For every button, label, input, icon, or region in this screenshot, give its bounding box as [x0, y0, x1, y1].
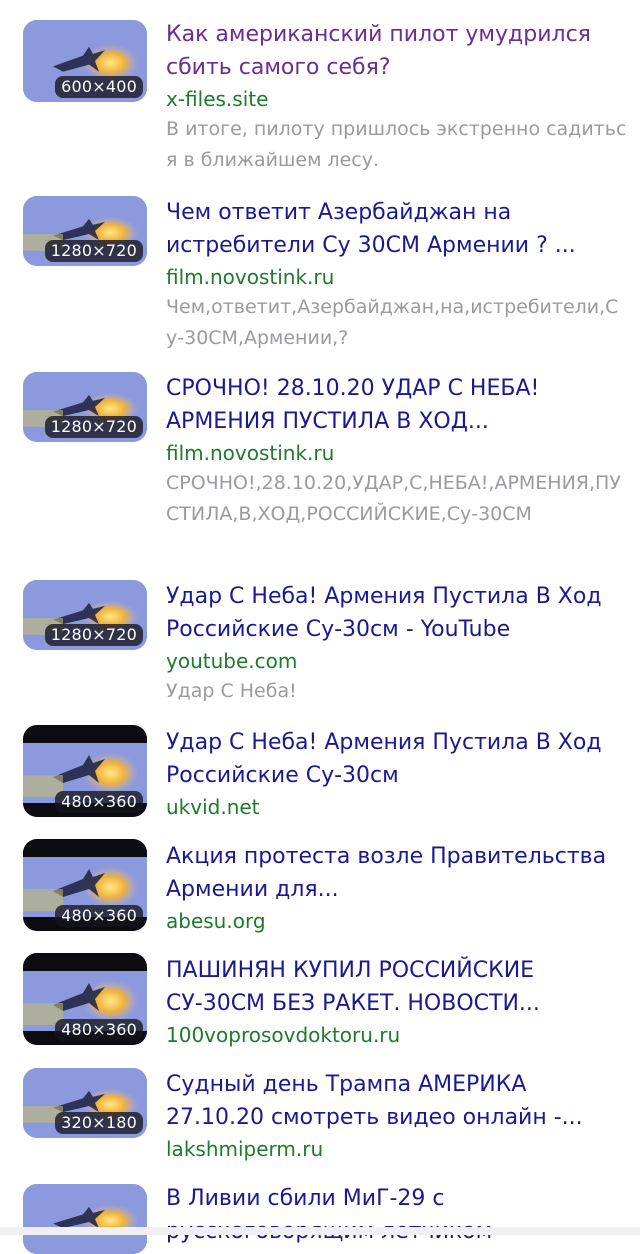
thumbnail-size-badge: 320×180: [55, 1112, 143, 1134]
result-text: Удар С Неба! Армения Пустила В Ход Росси…: [166, 580, 628, 707]
result-thumbnail[interactable]: 480×360: [23, 839, 147, 931]
result-title-link[interactable]: ПАШИНЯН КУПИЛ РОССИЙСКИЕ СУ-30СМ БЕЗ РАК…: [166, 954, 628, 1020]
result-thumbnail[interactable]: 1280×720: [23, 580, 147, 650]
result-text: Удар С Неба! Армения Пустила В Ход Росси…: [166, 726, 628, 822]
result-thumbnail[interactable]: 480×360: [23, 953, 147, 1045]
result-thumbnail[interactable]: [23, 1184, 147, 1254]
result-domain[interactable]: abesu.org: [166, 906, 628, 936]
result-text: Чем ответит Азербайджан на истребители С…: [166, 196, 628, 354]
result-text: Судный день Трампа АМЕРИКА 27.10.20 смот…: [166, 1068, 628, 1164]
result-snippet: В итоге, пилоту пришлось экстренно садит…: [166, 118, 627, 171]
result-title-link[interactable]: Удар С Неба! Армения Пустила В Ход Росси…: [166, 580, 628, 646]
result-thumbnail[interactable]: 1280×720: [23, 372, 147, 442]
result-thumbnail[interactable]: 480×360: [23, 725, 147, 817]
result-title-link[interactable]: Удар С Неба! Армения Пустила В Ход Росси…: [166, 726, 628, 792]
result-title-link[interactable]: Чем ответит Азербайджан на истребители С…: [166, 196, 628, 262]
thumbnail-size-badge: 1280×720: [44, 624, 143, 646]
result-text: СРОЧНО! 28.10.20 УДАР С НЕБА! АРМЕНИЯ ПУ…: [166, 372, 628, 530]
result-domain[interactable]: youtube.com: [166, 646, 628, 676]
thumbnail-size-badge: 1280×720: [44, 240, 143, 262]
result-text: ПАШИНЯН КУПИЛ РОССИЙСКИЕ СУ-30СМ БЕЗ РАК…: [166, 954, 628, 1050]
result-domain[interactable]: lakshmiperm.ru: [166, 1134, 628, 1164]
result-text: Как американский пилот умудрился сбить с…: [166, 18, 628, 176]
result-title-link[interactable]: В Ливии сбили МиГ-29 с русскоговорящим л…: [166, 1182, 628, 1248]
result-snippet: Удар С Неба!: [166, 680, 297, 702]
result-thumbnail[interactable]: 1280×720: [23, 196, 147, 266]
result-domain[interactable]: film.novostink.ru: [166, 262, 628, 292]
result-title-link[interactable]: СРОЧНО! 28.10.20 УДАР С НЕБА! АРМЕНИЯ ПУ…: [166, 372, 628, 438]
bottom-edge: [0, 1227, 640, 1235]
thumbnail-size-badge: 600×400: [55, 76, 143, 98]
result-thumbnail[interactable]: 320×180: [23, 1068, 147, 1138]
result-snippet: СРОЧНО!,28.10.20,УДАР,С,НЕБА!,АРМЕНИЯ,ПУ…: [166, 472, 621, 525]
result-snippet: Чем,ответит,Азербайджан,на,истребители,С…: [166, 296, 619, 349]
result-thumbnail[interactable]: 600×400: [23, 20, 147, 102]
result-text: Акция протеста возле Правительства Армен…: [166, 840, 628, 936]
result-domain[interactable]: 100voprosovdoktoru.ru: [166, 1020, 628, 1050]
thumbnail-size-badge: 480×360: [55, 791, 143, 813]
result-text: В Ливии сбили МиГ-29 с русскоговорящим л…: [166, 1182, 628, 1248]
result-title-link[interactable]: Судный день Трампа АМЕРИКА 27.10.20 смот…: [166, 1068, 628, 1134]
thumbnail-size-badge: 480×360: [55, 905, 143, 927]
thumbnail-size-badge: 480×360: [55, 1019, 143, 1041]
result-title-link[interactable]: Акция протеста возле Правительства Армен…: [166, 840, 628, 906]
thumbnail-size-badge: 1280×720: [44, 416, 143, 438]
result-domain[interactable]: ukvid.net: [166, 792, 628, 822]
result-title-link[interactable]: Как американский пилот умудрился сбить с…: [166, 18, 628, 84]
result-domain[interactable]: film.novostink.ru: [166, 438, 628, 468]
result-domain[interactable]: x-files.site: [166, 84, 628, 114]
